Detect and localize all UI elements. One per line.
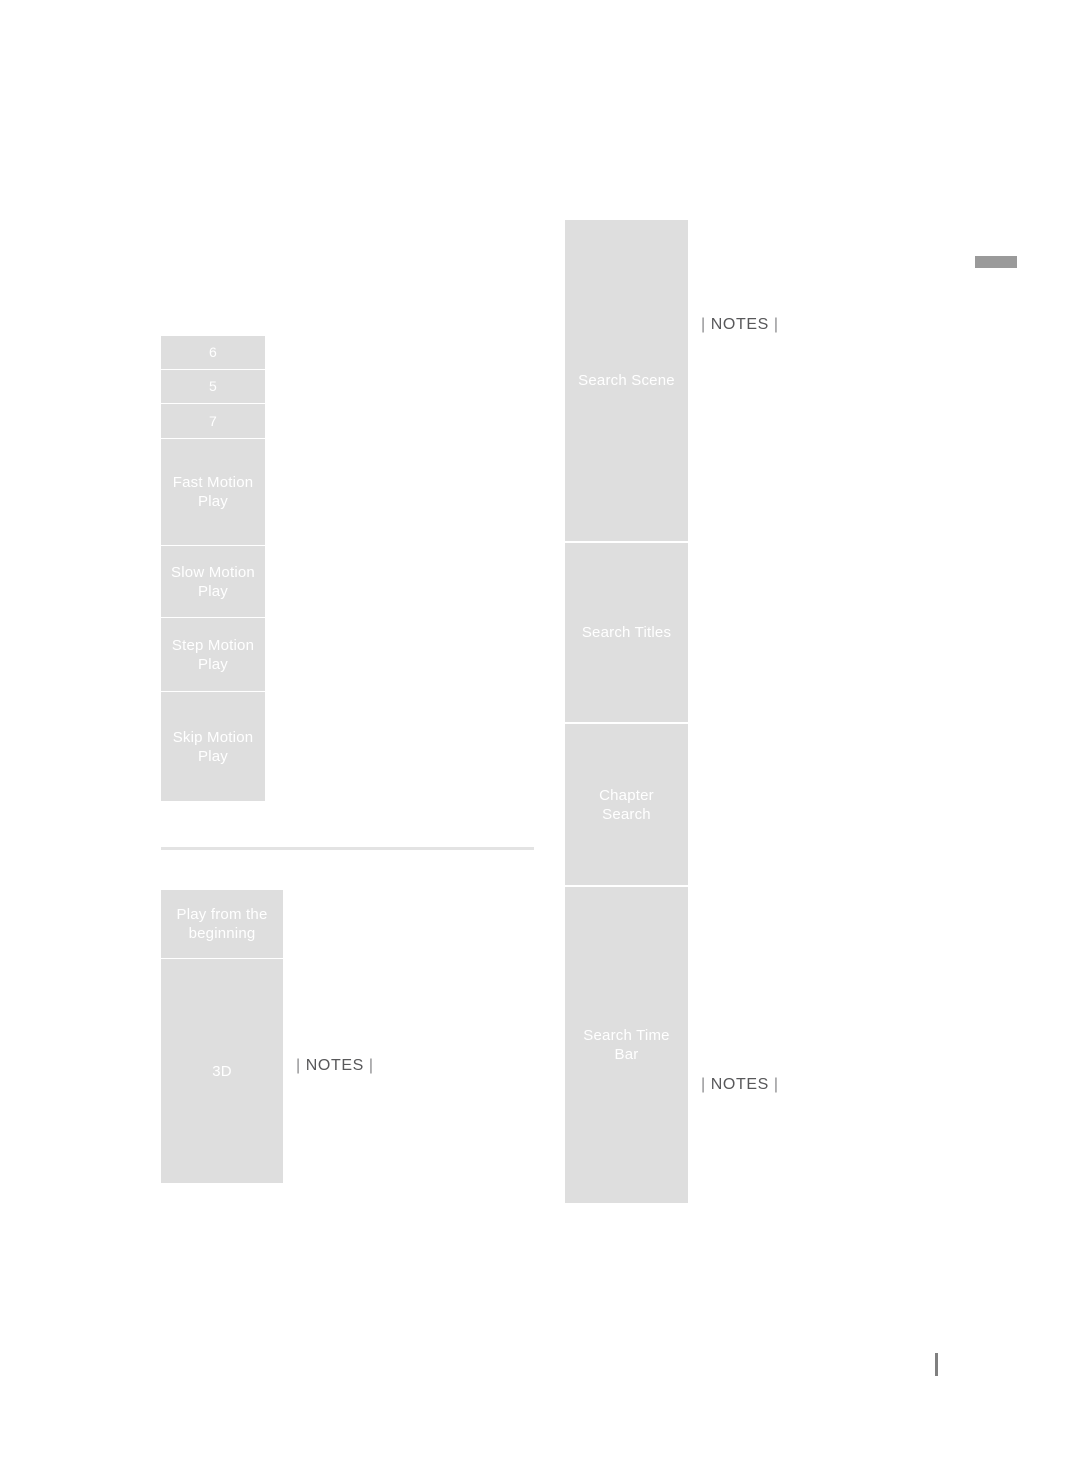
bottom-right-marker [935,1353,938,1376]
left-block-slow-motion-play: Slow Motion Play [161,546,265,617]
notes-text: NOTES [305,1057,364,1074]
right-block-chapter-search: Chapter Search [565,724,688,885]
notes-pipe-left: | [701,316,706,333]
left-block-skip-motion-play: Skip Motion Play [161,692,265,801]
notes-pipe-right: | [773,1076,779,1093]
left-block-6: 6 [161,336,265,369]
right-block-search-time-bar: Search Time Bar [565,887,688,1203]
left-block-7: 7 [161,404,265,438]
top-right-marker [975,256,1017,268]
left-block-fast-motion-play: Fast Motion Play [161,439,265,545]
notes-pipe-right: | [773,316,779,333]
document-page: 6 5 7 Fast Motion Play Slow Motion Play … [0,0,1080,1479]
notes-label-search-scene: | NOTES | [696,316,784,334]
notes-label-search-time-bar: | NOTES | [696,1076,784,1094]
right-block-search-titles: Search Titles [565,543,688,722]
notes-pipe-left: | [296,1057,301,1074]
notes-pipe-left: | [701,1076,706,1093]
section-divider [161,847,534,850]
left-block-step-motion-play: Step Motion Play [161,618,265,691]
notes-text: NOTES [710,1076,769,1093]
notes-pipe-right: | [368,1057,374,1074]
left-block-3d: 3D [161,959,283,1183]
left-block-5: 5 [161,370,265,403]
notes-label-3d: | NOTES | [291,1057,379,1075]
right-block-search-scene: Search Scene [565,220,688,541]
notes-text: NOTES [710,316,769,333]
left-block-play-from-beginning: Play from the beginning [161,890,283,958]
